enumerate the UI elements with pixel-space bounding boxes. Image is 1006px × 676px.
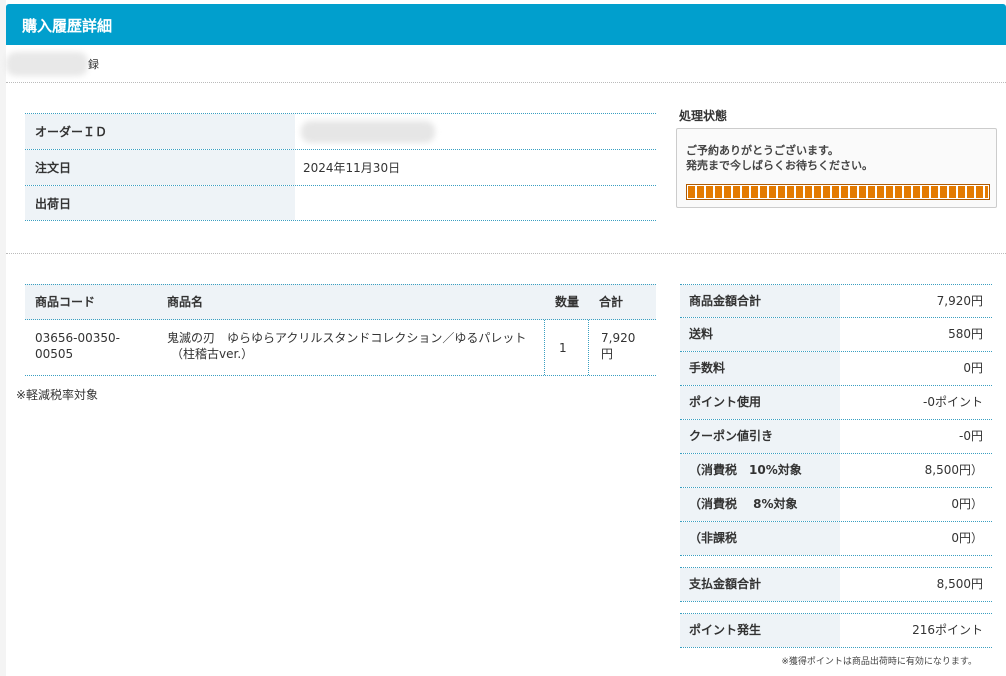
summary-label: （消費税 10%対象	[680, 454, 840, 487]
summary-label: ポイント使用	[680, 386, 840, 419]
summary-row: 商品金額合計 7,920円	[680, 284, 992, 318]
page-header: 購入履歴詳細	[6, 4, 1006, 45]
reduced-tax-note: ※軽減税率対象	[16, 388, 99, 402]
ship-date-row: 出荷日	[25, 185, 656, 221]
summary-value: -0ポイント	[923, 395, 983, 409]
summary-value: 0円	[963, 361, 983, 375]
col-header-code: 商品コード	[35, 295, 96, 309]
status-message: ご予約ありがとうございます。 発売まで今しばらくお待ちください。	[686, 143, 873, 173]
status-title: 処理状態	[679, 109, 728, 123]
order-date-label: 注文日	[25, 150, 295, 185]
summary-value: 580円	[948, 327, 983, 341]
summary-row: （非課税 0円）	[680, 522, 992, 556]
order-date-value: 2024年11月30日	[303, 161, 401, 175]
payment-total-value: 8,500円	[936, 577, 983, 591]
breadcrumb-blurred-text	[6, 52, 88, 76]
summary-value: 7,920円	[936, 294, 983, 308]
item-code: 03656-00350- 00505	[35, 331, 121, 361]
breadcrumb[interactable]: 録	[6, 48, 99, 78]
order-id-blurred	[301, 121, 435, 143]
status-progress-fill	[688, 186, 988, 198]
order-date-row: 注文日 2024年11月30日	[25, 149, 656, 185]
order-id-value	[295, 114, 656, 149]
summary-label: （消費税 8%対象	[680, 488, 840, 521]
payment-total-label: 支払金額合計	[680, 568, 840, 601]
items-table-header: 商品コード 商品名 数量 合計	[25, 284, 656, 320]
summary-table: 商品金額合計 7,920円 送料 580円 手数料 0円 ポイント使用 -0ポイ…	[680, 284, 992, 648]
summary-value: 0円）	[951, 497, 983, 511]
summary-row: ポイント使用 -0ポイント	[680, 386, 992, 420]
order-id-row: オーダーＩＤ	[25, 113, 656, 149]
order-info-table: オーダーＩＤ 注文日 2024年11月30日 出荷日	[25, 113, 656, 221]
status-box: ご予約ありがとうございます。 発売まで今しばらくお待ちください。	[676, 128, 997, 208]
order-id-label: オーダーＩＤ	[25, 114, 295, 149]
table-row: 03656-00350- 00505 鬼滅の刃 ゆらゆらアクリルスタンドコレクシ…	[25, 320, 656, 376]
summary-value: 8,500円）	[924, 463, 983, 477]
payment-total-row: 支払金額合計 8,500円	[680, 568, 992, 602]
points-note: ※獲得ポイントは商品出荷時に有効になります。	[781, 657, 977, 667]
points-earned-value: 216ポイント	[912, 623, 983, 637]
breadcrumb-label: 録	[88, 58, 99, 71]
col-header-total: 合計	[599, 295, 624, 309]
ship-date-value	[295, 186, 656, 220]
items-table: 商品コード 商品名 数量 合計 03656-00350- 00505 鬼滅の刃 …	[25, 284, 656, 376]
col-header-qty: 数量	[555, 295, 580, 309]
status-message-line1: ご予約ありがとうございます。	[686, 144, 839, 157]
summary-row: （消費税 8%対象 0円）	[680, 488, 992, 522]
summary-row: （消費税 10%対象 8,500円）	[680, 454, 992, 488]
points-earned-label: ポイント発生	[680, 614, 840, 647]
item-qty: 1	[545, 320, 589, 375]
page-title: 購入履歴詳細	[22, 17, 113, 35]
summary-spacer	[680, 602, 992, 614]
summary-label: （非課税	[680, 522, 840, 555]
item-total: 7,920 円	[601, 331, 636, 361]
summary-label: 手数料	[680, 352, 840, 385]
divider	[6, 82, 1006, 83]
status-message-line2: 発売まで今しばらくお待ちください。	[686, 159, 873, 172]
divider	[6, 253, 1006, 254]
summary-value: -0円	[959, 429, 983, 443]
summary-value: 0円）	[951, 531, 983, 545]
item-name[interactable]: 鬼滅の刃 ゆらゆらアクリルスタンドコレクション／ゆるパレット （柱稽古ver.）	[157, 320, 545, 375]
points-earned-row: ポイント発生 216ポイント	[680, 614, 992, 648]
summary-row: 送料 580円	[680, 318, 992, 352]
page: 購入履歴詳細 録 オーダーＩＤ 注文日 2024年11月30日 出荷日 処理状態…	[6, 0, 1006, 676]
summary-row: クーポン値引き -0円	[680, 420, 992, 454]
ship-date-label: 出荷日	[25, 186, 295, 220]
summary-label: 商品金額合計	[680, 285, 840, 317]
summary-spacer	[680, 556, 992, 568]
summary-label: 送料	[680, 318, 840, 351]
summary-row: 手数料 0円	[680, 352, 992, 386]
status-progress-bar	[686, 184, 990, 200]
col-header-name: 商品名	[167, 295, 204, 309]
summary-label: クーポン値引き	[680, 420, 840, 453]
